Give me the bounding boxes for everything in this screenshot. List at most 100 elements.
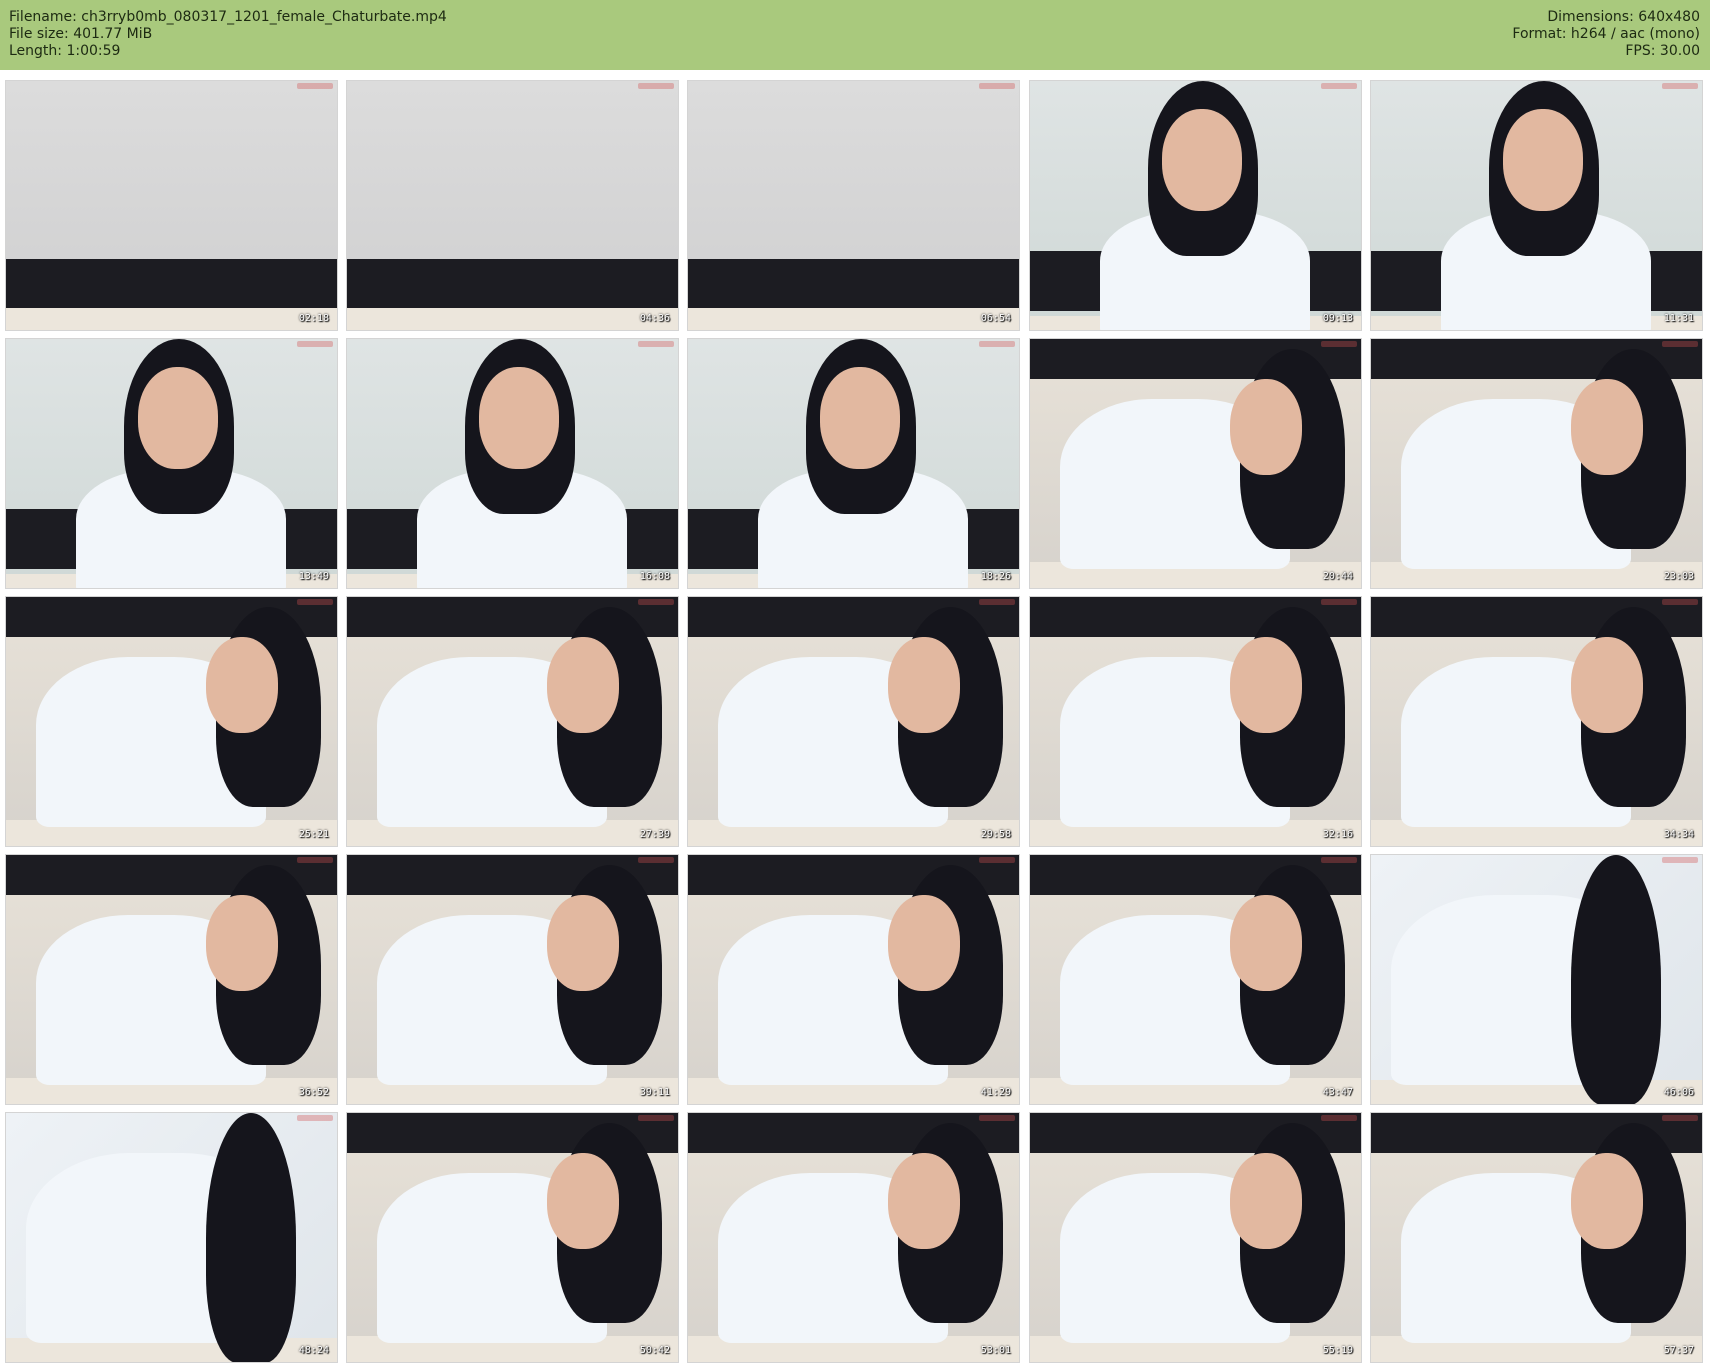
thumbnail-timestamp: 55:19 [1322,1345,1353,1356]
thumbnail-timestamp: 23:03 [1663,571,1694,582]
figure-face [1230,895,1302,991]
watermark-mark [1662,1115,1698,1121]
video-thumbnail: 11:31 [1370,80,1703,331]
video-thumbnail: 46:06 [1370,854,1703,1105]
video-thumbnail: 34:34 [1370,596,1703,847]
figure-face [888,1153,960,1249]
watermark-mark [638,599,674,605]
figure-face [547,895,619,991]
video-thumbnail: 09:13 [1029,80,1362,331]
filename-label: Filename: ch3rryb0mb_080317_1201_female_… [9,9,447,25]
format-label: Format: h264 / aac (mono) [1512,26,1700,42]
figure-face [1503,109,1583,211]
video-thumbnail: 48:24 [5,1112,338,1363]
thumbnail-timestamp: 43:47 [1322,1087,1353,1098]
thumbnail-timestamp: 39:11 [639,1087,670,1098]
figure-face [1230,379,1302,475]
figure-face [1230,1153,1302,1249]
video-thumbnail: 43:47 [1029,854,1362,1105]
video-thumbnail: 50:42 [346,1112,679,1363]
watermark-mark [979,83,1015,89]
watermark-mark [297,857,333,863]
figure-face [1571,637,1643,733]
thumbnail-timestamp: 20:44 [1322,571,1353,582]
video-thumbnail: 41:29 [687,854,1020,1105]
figure-face [1571,379,1643,475]
watermark-mark [979,1115,1015,1121]
video-thumbnail: 13:49 [5,338,338,589]
video-thumbnail: 04:36 [346,80,679,331]
video-thumbnail: 16:08 [346,338,679,589]
watermark-mark [638,857,674,863]
watermark-mark [1321,341,1357,347]
watermark-mark [1662,857,1698,863]
watermark-mark [1321,857,1357,863]
video-thumbnail: 57:37 [1370,1112,1703,1363]
fps-label: FPS: 30.00 [1625,43,1700,59]
figure-hair [1571,855,1661,1104]
watermark-mark [297,83,333,89]
figure-hair [206,1113,296,1362]
watermark-mark [1662,83,1698,89]
video-thumbnail: 02:18 [5,80,338,331]
video-thumbnail: 55:19 [1029,1112,1362,1363]
video-thumbnail: 39:11 [346,854,679,1105]
video-thumbnail: 53:01 [687,1112,1020,1363]
figure-face [820,367,900,469]
thumbnail-headboard [347,259,678,309]
watermark-mark [1321,599,1357,605]
thumbnail-timestamp: 11:31 [1663,313,1694,324]
thumbnail-timestamp: 06:54 [980,313,1011,324]
watermark-mark [297,1115,333,1121]
thumbnail-headboard [6,259,337,309]
watermark-mark [297,599,333,605]
thumbnail-headboard [688,259,1019,309]
video-thumbnail: 06:54 [687,80,1020,331]
thumbnail-timestamp: 50:42 [639,1345,670,1356]
watermark-mark [638,341,674,347]
thumbnail-timestamp: 36:52 [298,1087,329,1098]
thumbnail-timestamp: 41:29 [980,1087,1011,1098]
watermark-mark [638,1115,674,1121]
thumbnail-timestamp: 13:49 [298,571,329,582]
video-thumbnail: 29:58 [687,596,1020,847]
video-thumbnail: 27:39 [346,596,679,847]
video-thumbnail: 32:16 [1029,596,1362,847]
figure-face [206,637,278,733]
video-thumbnail: 20:44 [1029,338,1362,589]
figure-face [547,637,619,733]
figure-face [1230,637,1302,733]
watermark-mark [979,341,1015,347]
thumbnail-timestamp: 57:37 [1663,1345,1694,1356]
thumbnail-timestamp: 09:13 [1322,313,1353,324]
watermark-mark [979,599,1015,605]
watermark-mark [638,83,674,89]
thumbnail-timestamp: 18:26 [980,571,1011,582]
figure-face [1162,109,1242,211]
thumbnail-timestamp: 53:01 [980,1345,1011,1356]
info-left: Filename: ch3rryb0mb_080317_1201_female_… [9,9,447,60]
length-label: Length: 1:00:59 [9,43,121,59]
watermark-mark [1662,341,1698,347]
figure-face [888,895,960,991]
thumbnail-bedsheet [6,308,337,330]
thumbnail-timestamp: 27:39 [639,829,670,840]
thumbnail-bedsheet [347,308,678,330]
thumbnail-timestamp: 04:36 [639,313,670,324]
thumbnail-timestamp: 02:18 [298,313,329,324]
thumbnail-timestamp: 48:24 [298,1345,329,1356]
thumbnail-timestamp: 25:21 [298,829,329,840]
figure-face [1571,1153,1643,1249]
video-thumbnail: 36:52 [5,854,338,1105]
info-right: Dimensions: 640x480 Format: h264 / aac (… [1512,9,1700,60]
watermark-mark [979,857,1015,863]
figure-face [547,1153,619,1249]
filesize-label: File size: 401.77 MiB [9,26,153,42]
info-header: Filename: ch3rryb0mb_080317_1201_female_… [0,0,1710,70]
figure-face [206,895,278,991]
figure-face [479,367,559,469]
thumbnail-timestamp: 34:34 [1663,829,1694,840]
video-thumbnail: 23:03 [1370,338,1703,589]
thumbnail-bedsheet [688,308,1019,330]
thumbnail-timestamp: 16:08 [639,571,670,582]
